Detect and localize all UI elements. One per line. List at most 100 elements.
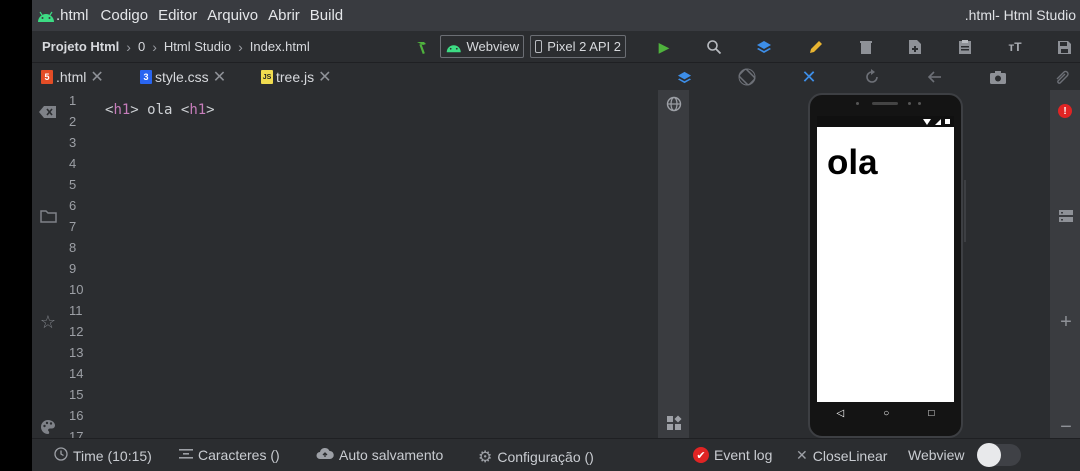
cloud-upload-icon — [316, 447, 334, 463]
close-linear-label: CloseLinear — [812, 447, 888, 464]
toolbar: Projeto Html › 0 › Html Studio › Index.h… — [32, 31, 1080, 63]
minus-icon[interactable]: − — [1056, 416, 1076, 438]
breadcrumb-app[interactable]: Html Studio — [164, 39, 231, 54]
clipboard-icon[interactable] — [955, 37, 975, 57]
editor-tool-strip — [658, 90, 689, 438]
close-icon[interactable]: ✕ — [213, 67, 226, 87]
line-number: 13 — [69, 345, 84, 360]
line-number: 17 — [69, 429, 84, 438]
line-number: 2 — [69, 114, 77, 129]
close-icon[interactable]: ✕ — [318, 67, 331, 87]
javascript-icon: JS — [261, 70, 273, 84]
gear-icon: ⚙ — [478, 449, 493, 466]
time-label: Time (10:15) — [73, 447, 152, 464]
event-log-button[interactable]: ✔ Event log — [693, 447, 772, 463]
menu-bar: .html Codigo Editor Arquivo Abrir Build … — [32, 0, 1080, 31]
breadcrumb-project[interactable]: Projeto Html — [42, 39, 119, 54]
hammer-icon[interactable] — [412, 37, 432, 57]
error-badge[interactable]: ! — [1058, 104, 1072, 118]
code-bracket: > — [206, 102, 215, 118]
close-icon[interactable]: ✕ — [90, 67, 103, 87]
toggle-knob — [977, 443, 1001, 467]
webview-selector[interactable]: Webview — [440, 35, 524, 58]
folder-icon[interactable] — [38, 206, 58, 226]
clock-icon — [54, 447, 68, 464]
webview-screen[interactable]: ola — [817, 127, 954, 402]
new-file-icon[interactable] — [905, 37, 925, 57]
layers-icon[interactable] — [673, 66, 695, 88]
check-circle-icon: ✔ — [693, 447, 709, 463]
characters-status[interactable]: Caracteres () — [179, 447, 280, 463]
tab-style-css[interactable]: 3 style.css ✕ — [140, 67, 226, 87]
nav-back-icon[interactable]: ◁ — [837, 408, 845, 419]
menu-editor[interactable]: Editor — [158, 7, 197, 24]
android-icon — [38, 11, 54, 22]
save-icon[interactable] — [1054, 37, 1074, 57]
close-icon: ✕ — [796, 447, 808, 463]
plus-icon[interactable]: + — [1056, 311, 1076, 333]
menu-arquivo[interactable]: Arquivo — [207, 7, 258, 24]
list-panel-icon[interactable] — [1056, 206, 1076, 226]
app-screen: .html Codigo Editor Arquivo Abrir Build … — [32, 0, 1080, 471]
code-line[interactable]: <h1> ola <h1> — [105, 102, 215, 118]
breadcrumb-file[interactable]: Index.html — [250, 39, 310, 54]
nav-home-icon[interactable]: ○ — [883, 408, 889, 419]
phone-icon — [535, 40, 543, 53]
webview-preview-panel: ola ◁ ○ □ — [689, 90, 1050, 438]
menu-abrir[interactable]: Abrir — [268, 7, 300, 24]
palette-icon[interactable] — [38, 417, 58, 437]
run-icon[interactable]: ▶ — [654, 37, 674, 57]
line-number: 6 — [69, 198, 77, 213]
menu-build[interactable]: Build — [310, 7, 343, 24]
code-editor[interactable]: <h1> ola <h1> — [97, 90, 658, 438]
backspace-icon[interactable] — [38, 102, 58, 122]
tab-label: tree.js — [276, 69, 315, 85]
settings-status[interactable]: ⚙ Configuração () — [478, 447, 594, 467]
right-sidebar: ! + − — [1050, 90, 1080, 438]
menu-codigo[interactable]: Codigo — [101, 7, 149, 24]
back-arrow-icon[interactable] — [924, 66, 946, 88]
attachment-icon[interactable] — [1051, 66, 1073, 88]
autosave-status[interactable]: Auto salvamento — [316, 447, 443, 463]
css3-icon: 3 — [140, 70, 152, 84]
phone-status-bar — [817, 116, 954, 127]
camera-icon[interactable] — [987, 66, 1009, 88]
autosave-label: Auto salvamento — [339, 447, 444, 463]
line-number: 4 — [69, 156, 77, 171]
line-number: 10 — [69, 282, 84, 297]
time-status[interactable]: Time (10:15) — [54, 447, 152, 464]
star-icon[interactable]: ☆ — [38, 312, 58, 332]
phone-side-button — [964, 180, 966, 242]
chevron-right-icon: › — [152, 38, 157, 55]
nav-recents-icon[interactable]: □ — [928, 408, 934, 419]
phone-frame: ola ◁ ○ □ — [808, 93, 963, 438]
webview-toggle[interactable] — [977, 443, 1021, 467]
globe-icon[interactable] — [664, 94, 684, 114]
line-number: 1 — [69, 93, 77, 108]
settings-label: Configuração () — [497, 449, 594, 465]
close-preview-icon[interactable]: ✕ — [798, 66, 820, 88]
search-icon[interactable] — [704, 37, 724, 57]
rotate-screen-icon[interactable] — [736, 66, 758, 88]
layers-icon[interactable] — [754, 37, 774, 57]
code-tag: h1 — [189, 102, 207, 118]
device-selector[interactable]: Pixel 2 API 2 — [530, 35, 626, 58]
line-number: 14 — [69, 366, 84, 381]
line-number-gutter: 1 2 3 4 5 6 7 8 9 10 11 12 13 14 15 16 17 — [63, 90, 97, 438]
tab-html[interactable]: 5 .html ✕ — [41, 67, 104, 87]
menu-file-html[interactable]: .html — [56, 7, 89, 24]
breadcrumb-folder[interactable]: 0 — [138, 39, 145, 54]
close-linear-button[interactable]: ✕ CloseLinear — [796, 447, 887, 464]
tab-label: style.css — [155, 69, 209, 85]
webview-label: Webview — [466, 39, 519, 54]
tab-tree-js[interactable]: JS tree.js ✕ — [261, 67, 332, 87]
widgets-icon[interactable] — [664, 413, 684, 433]
signal-icon — [935, 118, 941, 125]
refresh-icon[interactable] — [861, 66, 883, 88]
characters-label: Caracteres () — [198, 447, 280, 463]
line-number: 7 — [69, 219, 77, 234]
text-lines-icon — [179, 447, 193, 463]
text-size-icon[interactable]: тТ — [1005, 37, 1025, 57]
pencil-icon[interactable] — [806, 37, 826, 57]
trash-icon[interactable] — [856, 37, 876, 57]
